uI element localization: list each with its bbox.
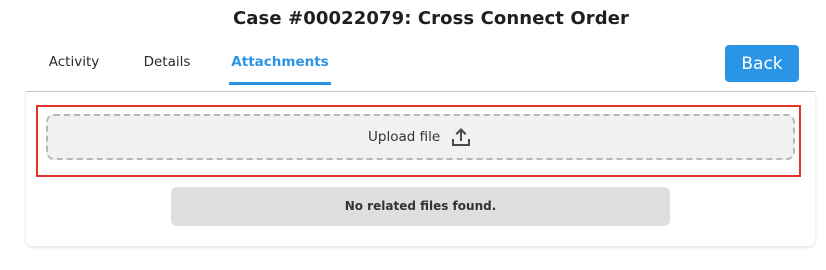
upload-label: Upload file	[368, 129, 441, 145]
back-button[interactable]: Back	[725, 45, 799, 82]
upload-icon	[452, 128, 470, 146]
page-title: Case #00022079: Cross Connect Order	[232, 8, 630, 29]
tab-details[interactable]: Details	[122, 44, 212, 82]
attachments-panel: Upload file No related files found.	[26, 92, 815, 246]
tab-activity[interactable]: Activity	[26, 44, 122, 82]
case-page: Case #00022079: Cross Connect Order Acti…	[0, 0, 826, 270]
upload-dropzone[interactable]: Upload file	[46, 114, 795, 160]
upload-highlight: Upload file	[36, 105, 801, 177]
no-files-message: No related files found.	[171, 187, 670, 226]
tab-attachments[interactable]: Attachments	[229, 44, 331, 85]
